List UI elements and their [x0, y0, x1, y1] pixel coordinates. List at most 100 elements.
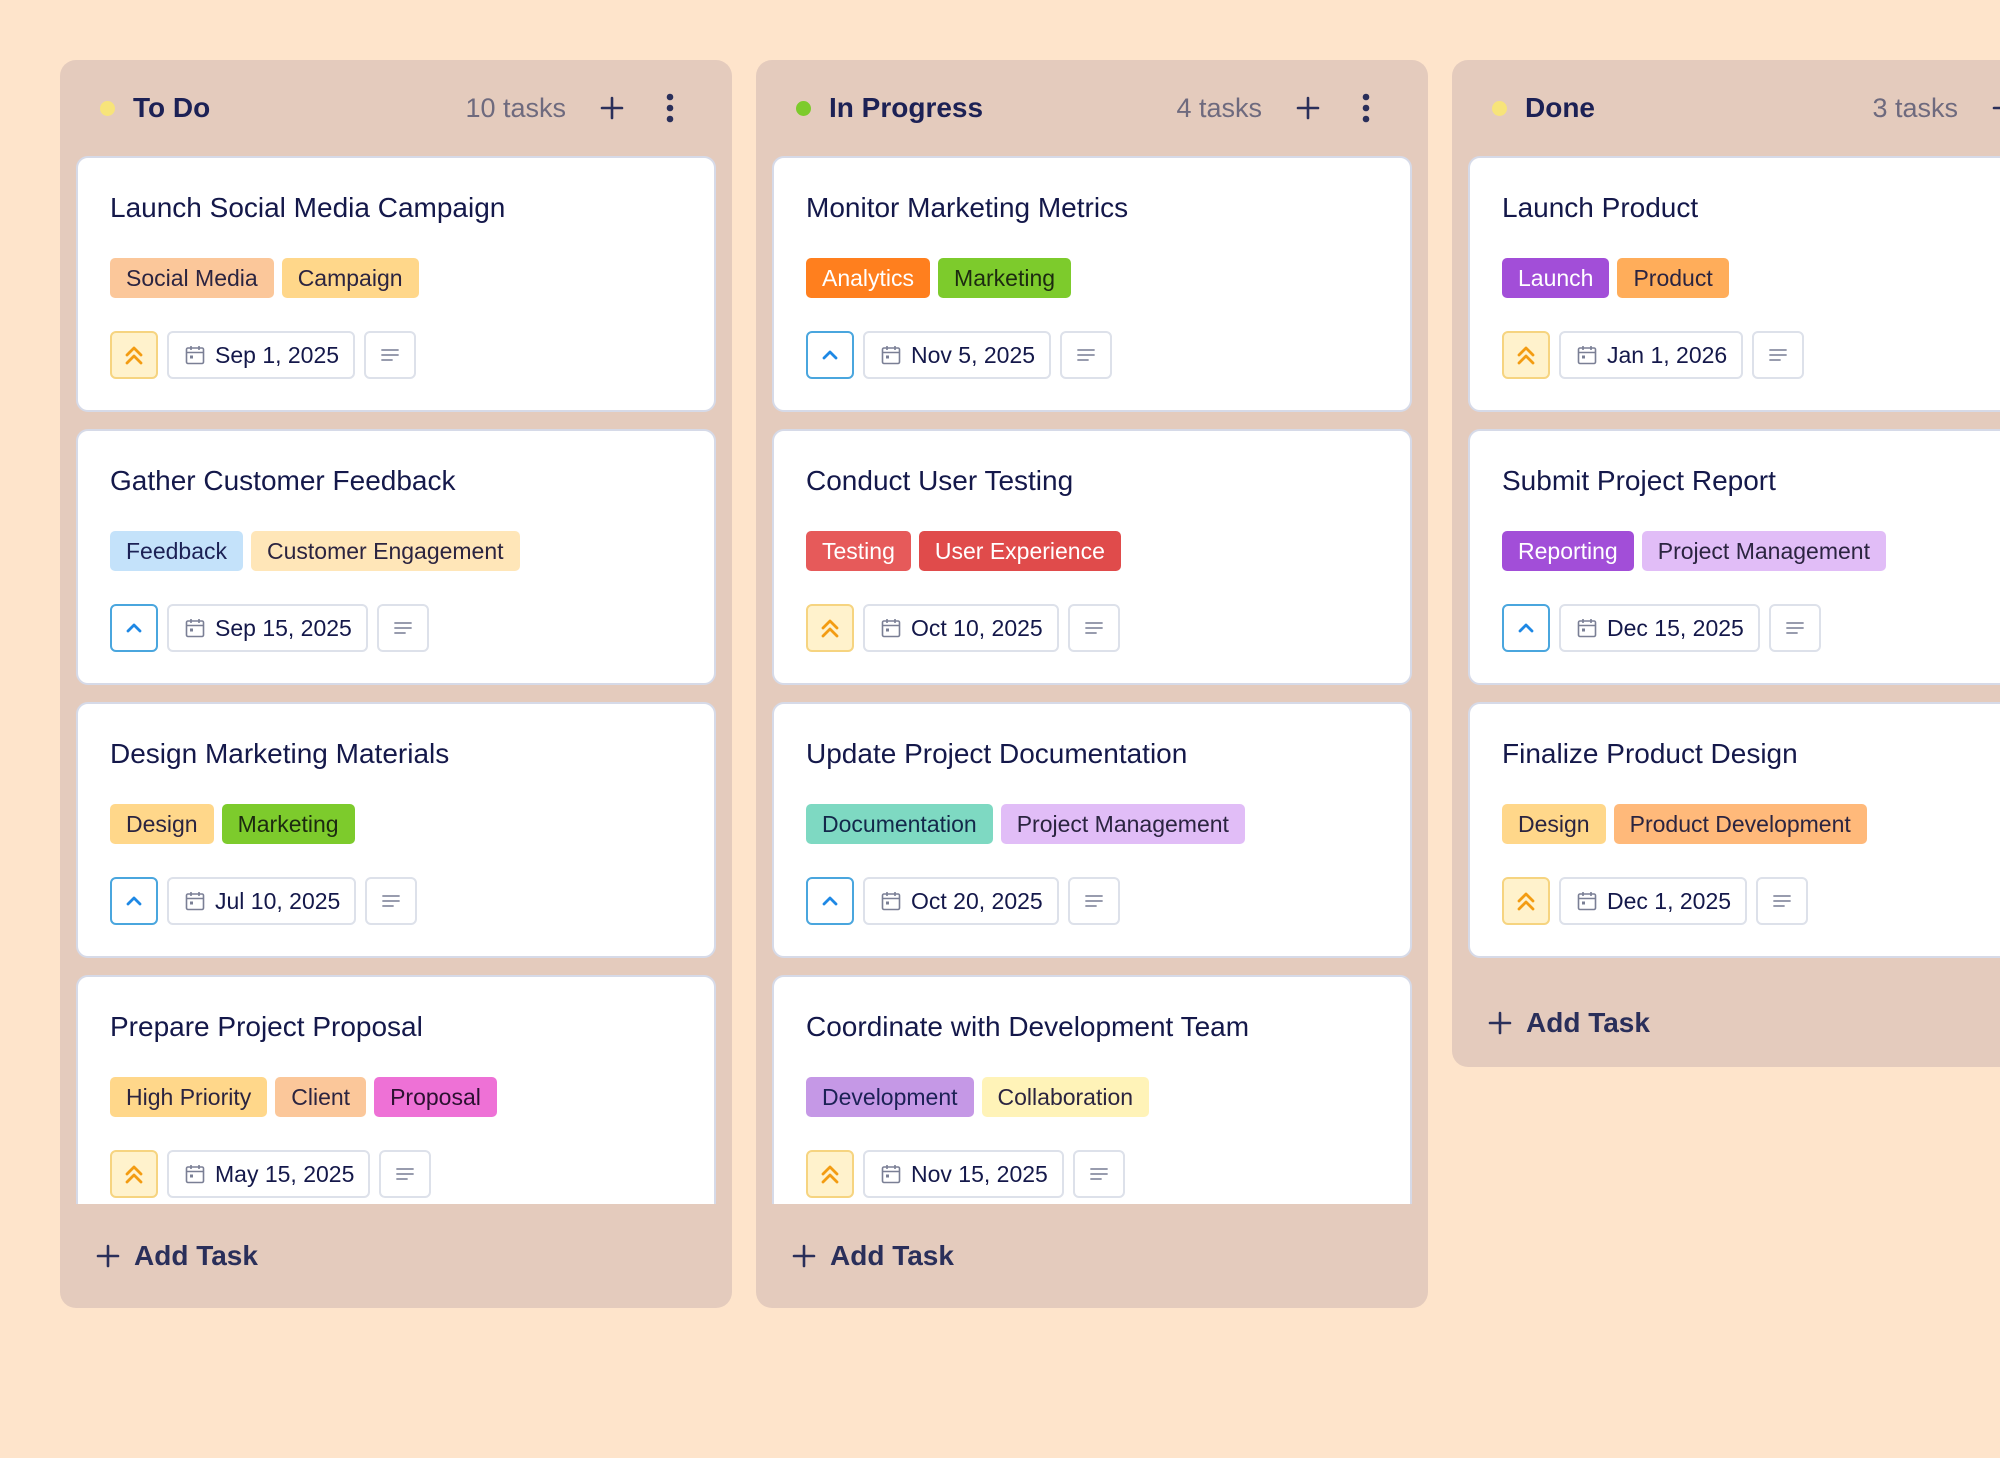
tag[interactable]: Reporting [1502, 531, 1634, 571]
due-date-chip[interactable]: Jan 1, 2026 [1559, 331, 1744, 379]
tag[interactable]: Project Management [1000, 804, 1245, 844]
priority-medium-badge[interactable] [806, 331, 854, 379]
tag[interactable]: Testing [806, 531, 911, 571]
due-date-chip[interactable]: Dec 1, 2025 [1559, 877, 1748, 925]
double-chevron-up-icon [125, 346, 143, 365]
column-header: In Progress 4 tasks [772, 60, 1412, 156]
due-date-chip[interactable]: Nov 15, 2025 [863, 1150, 1064, 1198]
due-date-chip[interactable]: Dec 15, 2025 [1559, 604, 1760, 652]
task-card[interactable]: Launch Social Media Campaign Social Medi… [76, 156, 716, 412]
tag[interactable]: Client [275, 1077, 367, 1117]
notes-button[interactable] [1067, 604, 1120, 652]
due-date-chip[interactable]: Sep 1, 2025 [167, 331, 356, 379]
tag[interactable]: Product [1617, 258, 1729, 298]
task-card[interactable]: Finalize Product Design Design Product D… [1468, 702, 2000, 958]
add-task-button[interactable]: Add Task [76, 1204, 716, 1308]
tag-list: Launch Product [1502, 258, 2000, 298]
tag[interactable]: Documentation [806, 804, 993, 844]
due-date: Nov 15, 2025 [911, 1160, 1048, 1187]
priority-high-badge[interactable] [806, 1150, 854, 1198]
notes-button[interactable] [1072, 1150, 1125, 1198]
due-date: Oct 20, 2025 [911, 887, 1043, 914]
priority-medium-badge[interactable] [110, 604, 158, 652]
task-card[interactable]: Coordinate with Development Team Develop… [772, 975, 1412, 1204]
tag[interactable]: User Experience [918, 531, 1121, 571]
notes-button[interactable] [1756, 877, 1809, 925]
task-card[interactable]: Update Project Documentation Documentati… [772, 702, 1412, 958]
notes-button[interactable] [1060, 331, 1113, 379]
column-header: Done 3 tasks [1468, 60, 2000, 156]
notes-button[interactable] [376, 604, 429, 652]
tag[interactable]: Development [806, 1077, 974, 1117]
task-card[interactable]: Submit Project Report Reporting Project … [1468, 429, 2000, 685]
tag[interactable]: Design [110, 804, 214, 844]
notes-button[interactable] [1768, 604, 1821, 652]
tag[interactable]: Product Development [1613, 804, 1867, 844]
chevron-up-icon [822, 350, 838, 360]
column-header: To Do 10 tasks [76, 60, 716, 156]
calendar-icon [185, 619, 205, 638]
tag[interactable]: Campaign [281, 258, 419, 298]
tag[interactable]: Launch [1502, 258, 1610, 298]
add-card-button[interactable] [590, 86, 634, 130]
vertical-dots-icon [1362, 93, 1370, 123]
notes-button[interactable] [364, 331, 417, 379]
task-card[interactable]: Design Marketing Materials Design Market… [76, 702, 716, 958]
due-date-chip[interactable]: Oct 20, 2025 [863, 877, 1059, 925]
tag[interactable]: Feedback [110, 531, 244, 571]
tag-list: Analytics Marketing [806, 258, 1378, 298]
lines-icon [1785, 622, 1804, 634]
add-card-button[interactable] [1982, 86, 2000, 130]
lines-icon [1084, 895, 1103, 907]
priority-medium-badge[interactable] [110, 877, 158, 925]
due-date-chip[interactable]: Jul 10, 2025 [167, 877, 357, 925]
add-task-button[interactable]: Add Task [772, 1204, 1412, 1308]
tag[interactable]: High Priority [110, 1077, 268, 1117]
calendar-icon [881, 346, 901, 365]
status-dot [796, 100, 811, 116]
task-card[interactable]: Conduct User Testing Testing User Experi… [772, 429, 1412, 685]
task-card[interactable]: Monitor Marketing Metrics Analytics Mark… [772, 156, 1412, 412]
tag[interactable]: Proposal [374, 1077, 497, 1117]
due-date-chip[interactable]: Nov 5, 2025 [863, 331, 1052, 379]
priority-medium-badge[interactable] [806, 877, 854, 925]
priority-high-badge[interactable] [1502, 331, 1550, 379]
add-card-button[interactable] [1286, 86, 1330, 130]
notes-button[interactable] [365, 877, 418, 925]
due-date-chip[interactable]: Oct 10, 2025 [863, 604, 1059, 652]
tag[interactable]: Customer Engagement [251, 531, 520, 571]
tag[interactable]: Marketing [221, 804, 355, 844]
notes-button[interactable] [379, 1150, 432, 1198]
kanban-board: To Do 10 tasks Launch Social Media Campa… [60, 60, 2000, 1458]
add-task-button[interactable]: Add Task [1468, 975, 2000, 1071]
task-count: 4 tasks [1176, 92, 1262, 123]
column-menu-button[interactable] [1344, 86, 1388, 130]
priority-medium-badge[interactable] [1502, 604, 1550, 652]
notes-button[interactable] [1752, 331, 1805, 379]
task-meta: Dec 15, 2025 [1502, 604, 2000, 652]
task-title: Submit Project Report [1502, 465, 1776, 496]
due-date: Nov 5, 2025 [911, 341, 1036, 368]
task-card[interactable]: Prepare Project Proposal High Priority C… [76, 975, 716, 1204]
tag-list: Documentation Project Management [806, 804, 1378, 844]
task-title: Update Project Documentation [806, 738, 1188, 769]
tag[interactable]: Social Media [110, 258, 274, 298]
tag-list: Design Marketing [110, 804, 682, 844]
priority-high-badge[interactable] [806, 604, 854, 652]
task-card[interactable]: Gather Customer Feedback Feedback Custom… [76, 429, 716, 685]
tag[interactable]: Collaboration [981, 1077, 1150, 1117]
notes-button[interactable] [1067, 877, 1120, 925]
task-card[interactable]: Launch Product Launch Product Jan 1, 202… [1468, 156, 2000, 412]
tag[interactable]: Design [1502, 804, 1606, 844]
due-date-chip[interactable]: May 15, 2025 [167, 1150, 371, 1198]
due-date-chip[interactable]: Sep 15, 2025 [167, 604, 368, 652]
task-title: Gather Customer Feedback [110, 465, 456, 496]
priority-high-badge[interactable] [1502, 877, 1550, 925]
tag[interactable]: Project Management [1641, 531, 1886, 571]
priority-high-badge[interactable] [110, 1150, 158, 1198]
column-menu-button[interactable] [648, 86, 692, 130]
tag[interactable]: Marketing [938, 258, 1072, 298]
tag-list: Development Collaboration [806, 1077, 1378, 1117]
tag[interactable]: Analytics [806, 258, 931, 298]
priority-high-badge[interactable] [110, 331, 158, 379]
